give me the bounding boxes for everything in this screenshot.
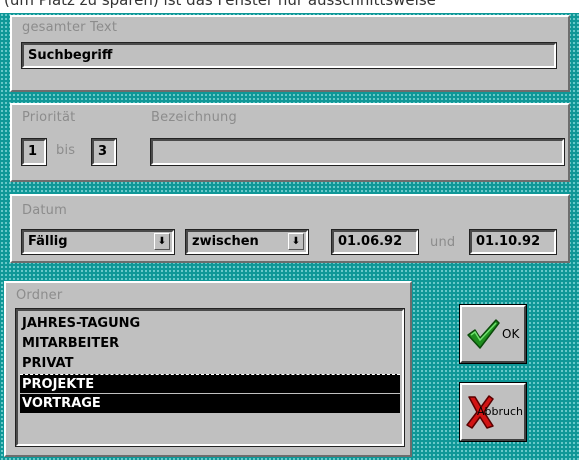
folder-item-jahres-tagung[interactable]: JAHRES-TAGUNG bbox=[20, 314, 400, 333]
down-arrow-icon[interactable]: ⬇ bbox=[288, 233, 304, 250]
priority-label: Priorität bbox=[22, 110, 76, 125]
date-type-value: Fällig bbox=[28, 234, 68, 249]
search-term-input[interactable]: Suchbegriff bbox=[21, 42, 557, 69]
ok-button-label: OK bbox=[502, 327, 520, 341]
date-label: Datum bbox=[22, 203, 67, 218]
description-input[interactable] bbox=[150, 138, 565, 166]
ok-button[interactable]: OK bbox=[459, 304, 527, 364]
date-und-label: und bbox=[430, 235, 456, 250]
range-type-select[interactable]: zwischen ⬇ bbox=[185, 229, 309, 255]
folder-label: Ordner bbox=[16, 288, 63, 303]
priority-panel: Priorität Bezeichnung 1 bis 3 bbox=[10, 103, 570, 182]
cancel-button-label: Abbruch bbox=[477, 405, 524, 418]
date-from-input[interactable]: 01.06.92 bbox=[331, 229, 419, 255]
caption-text: (um Platz zu sparen) ist das Fenster nur… bbox=[4, 0, 436, 9]
priority-bis-label: bis bbox=[56, 143, 76, 158]
folder-item-projekte[interactable]: PROJEKTE bbox=[20, 374, 400, 393]
folder-item-mitarbeiter[interactable]: MITARBEITER bbox=[20, 334, 400, 353]
date-to-input[interactable]: 01.10.92 bbox=[469, 229, 557, 255]
range-type-value: zwischen bbox=[192, 234, 259, 249]
folder-item-privat[interactable]: PRIVAT bbox=[20, 354, 400, 373]
priority-from-input[interactable]: 1 bbox=[21, 138, 47, 166]
folder-item-vortrage[interactable]: VORTRAGE bbox=[20, 394, 400, 413]
priority-to-input[interactable]: 3 bbox=[91, 138, 117, 166]
date-type-select[interactable]: Fällig ⬇ bbox=[21, 229, 175, 255]
date-panel: Datum Fällig ⬇ zwischen ⬇ 01.06.92 und 0… bbox=[10, 194, 570, 263]
green-checkmark-icon bbox=[466, 317, 500, 354]
down-arrow-icon[interactable]: ⬇ bbox=[154, 233, 170, 250]
cancel-button[interactable]: Abbruch bbox=[459, 382, 527, 442]
description-label: Bezeichnung bbox=[151, 110, 237, 125]
full-text-label: gesamter Text bbox=[22, 20, 118, 35]
full-text-panel: gesamter Text Suchbegriff bbox=[10, 15, 570, 92]
folder-listbox[interactable]: JAHRES-TAGUNG MITARBEITER PRIVAT PROJEKT… bbox=[15, 308, 405, 447]
